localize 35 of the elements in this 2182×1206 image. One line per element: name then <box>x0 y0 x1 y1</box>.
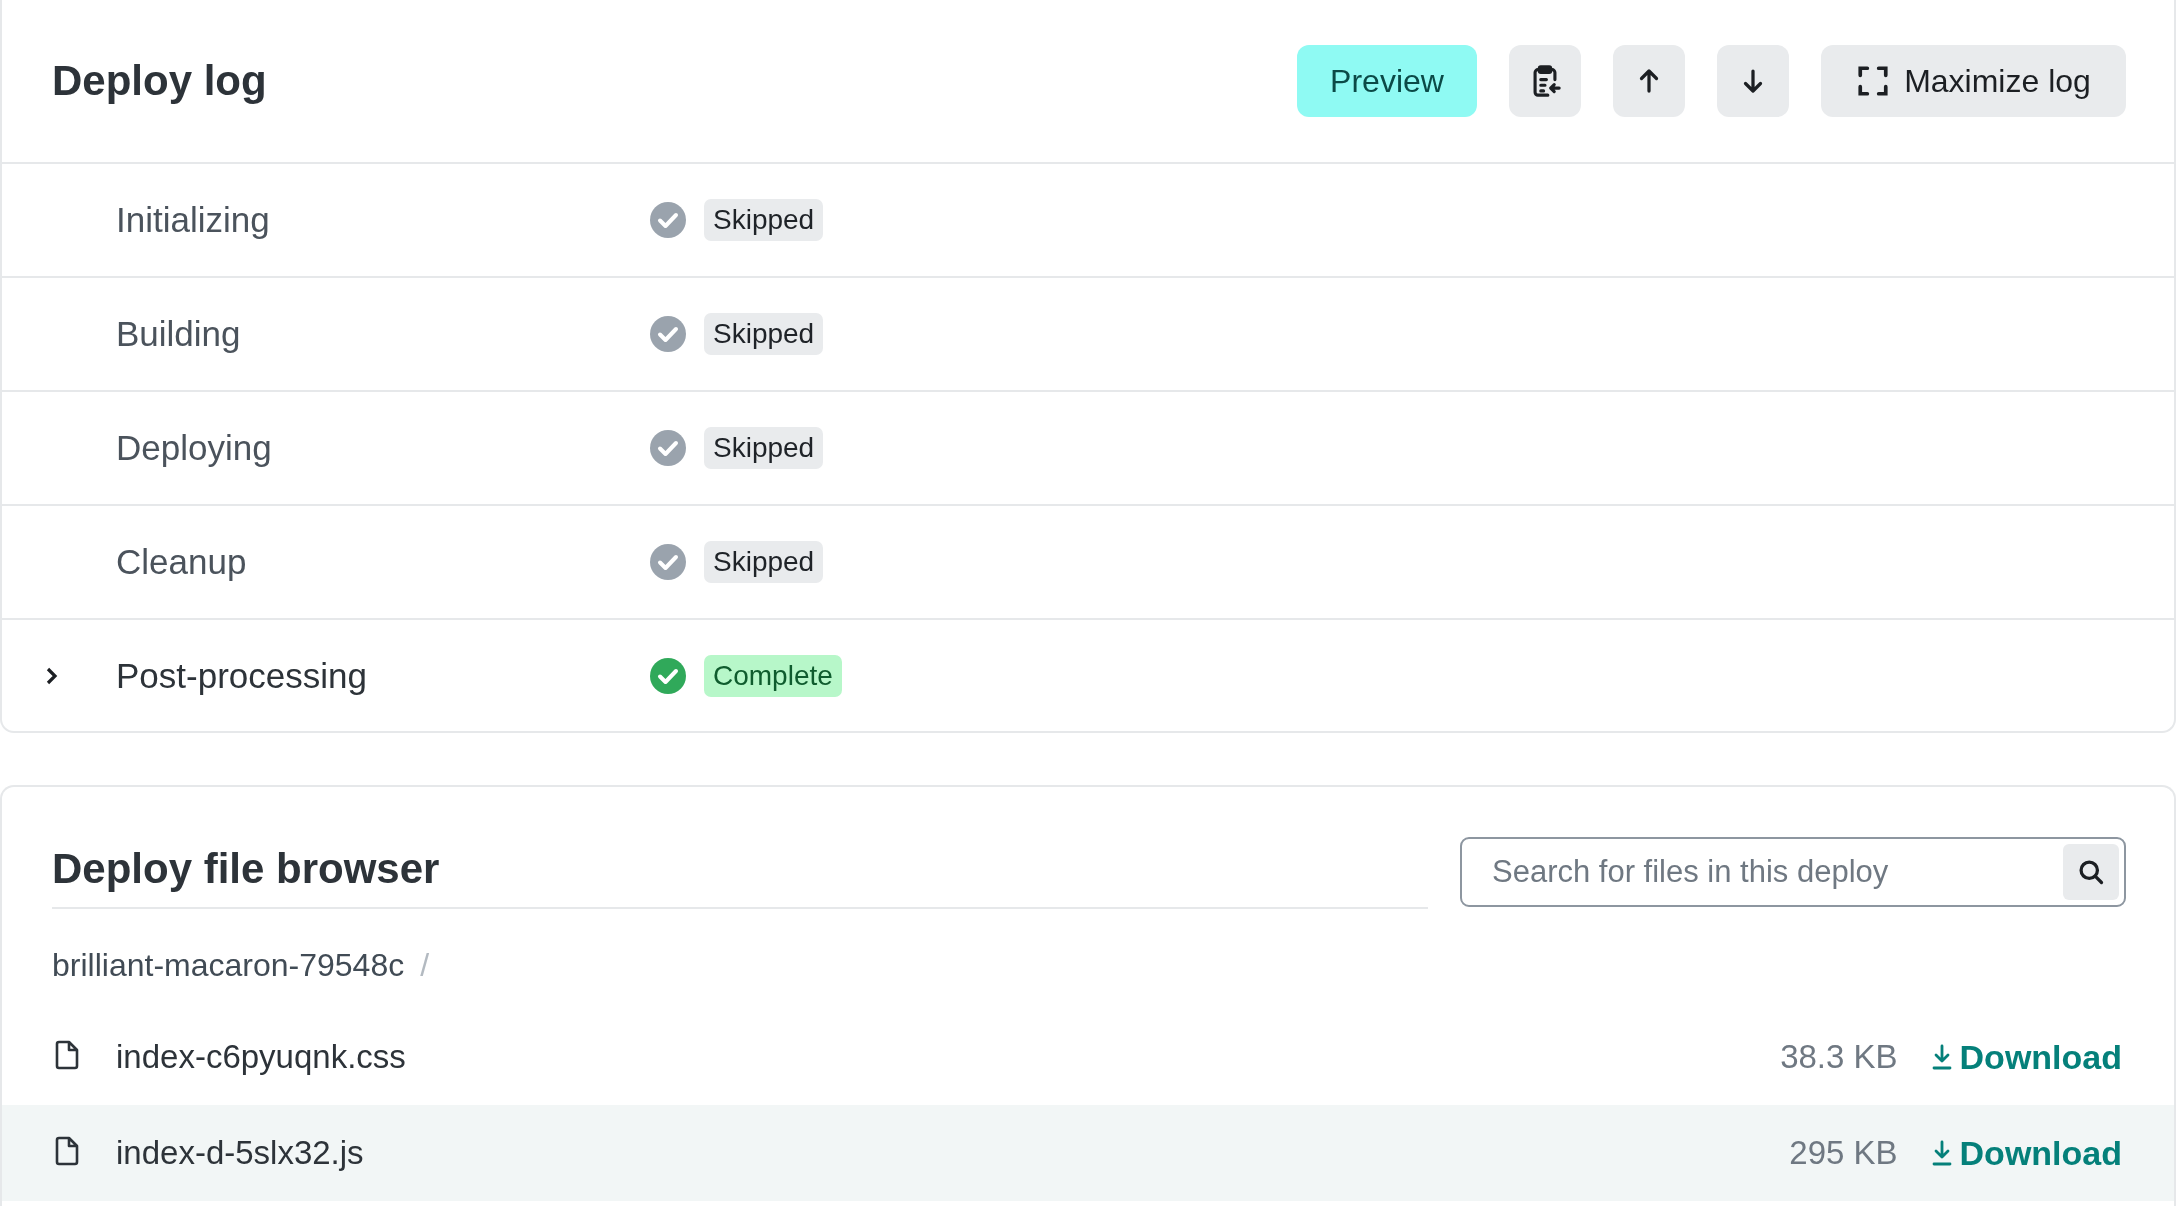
maximize-icon <box>1856 64 1891 98</box>
file-name: index-c6pyuqnk.css <box>116 1038 407 1076</box>
search-icon <box>2077 858 2105 886</box>
preview-button[interactable]: Preview <box>1297 45 1477 117</box>
clipboard-button[interactable] <box>1509 45 1581 117</box>
step-name: Initializing <box>116 200 271 240</box>
download-icon <box>1931 1044 1952 1070</box>
search-field[interactable]: Search for files in this deploy <box>1460 837 2126 907</box>
step-name: Cleanup <box>116 542 248 582</box>
breadcrumb-link[interactable]: brilliant-macaron-79548c <box>52 946 405 984</box>
step-name: Deploying <box>116 428 273 468</box>
status-badge: Skipped <box>704 313 824 355</box>
maximize-button[interactable]: Maximize log <box>1821 45 2126 117</box>
card-title: Deploy file browser <box>52 845 1428 909</box>
breadcrumb-separator: / <box>420 946 430 984</box>
status-badge: Complete <box>704 654 842 697</box>
step-name: Post-processing <box>116 655 368 696</box>
download-link[interactable]: Download <box>1931 1133 2122 1173</box>
download-icon <box>1931 1140 1952 1166</box>
scroll-down-button[interactable] <box>1717 45 1789 117</box>
status-badge: Skipped <box>704 541 824 583</box>
scroll-up-button[interactable] <box>1613 45 1685 117</box>
search-button[interactable] <box>2063 844 2119 900</box>
chevron-right-icon[interactable] <box>44 665 60 686</box>
status-badge: Skipped <box>704 427 824 469</box>
file-size: 295 KB <box>1789 1134 1898 1172</box>
file-size: 38.3 KB <box>1780 1038 1898 1076</box>
step-name: Building <box>116 314 242 354</box>
card-title: Deploy log <box>52 57 268 105</box>
file-name: index-d-5slx32.js <box>116 1134 365 1172</box>
file-icon <box>54 1040 80 1070</box>
status-badge: Skipped <box>704 199 824 241</box>
file-row[interactable]: index-d-5slx32.js 295 KB Download <box>2 1105 2174 1201</box>
download-link[interactable]: Download <box>1931 1037 2122 1077</box>
file-icon <box>54 1136 80 1166</box>
